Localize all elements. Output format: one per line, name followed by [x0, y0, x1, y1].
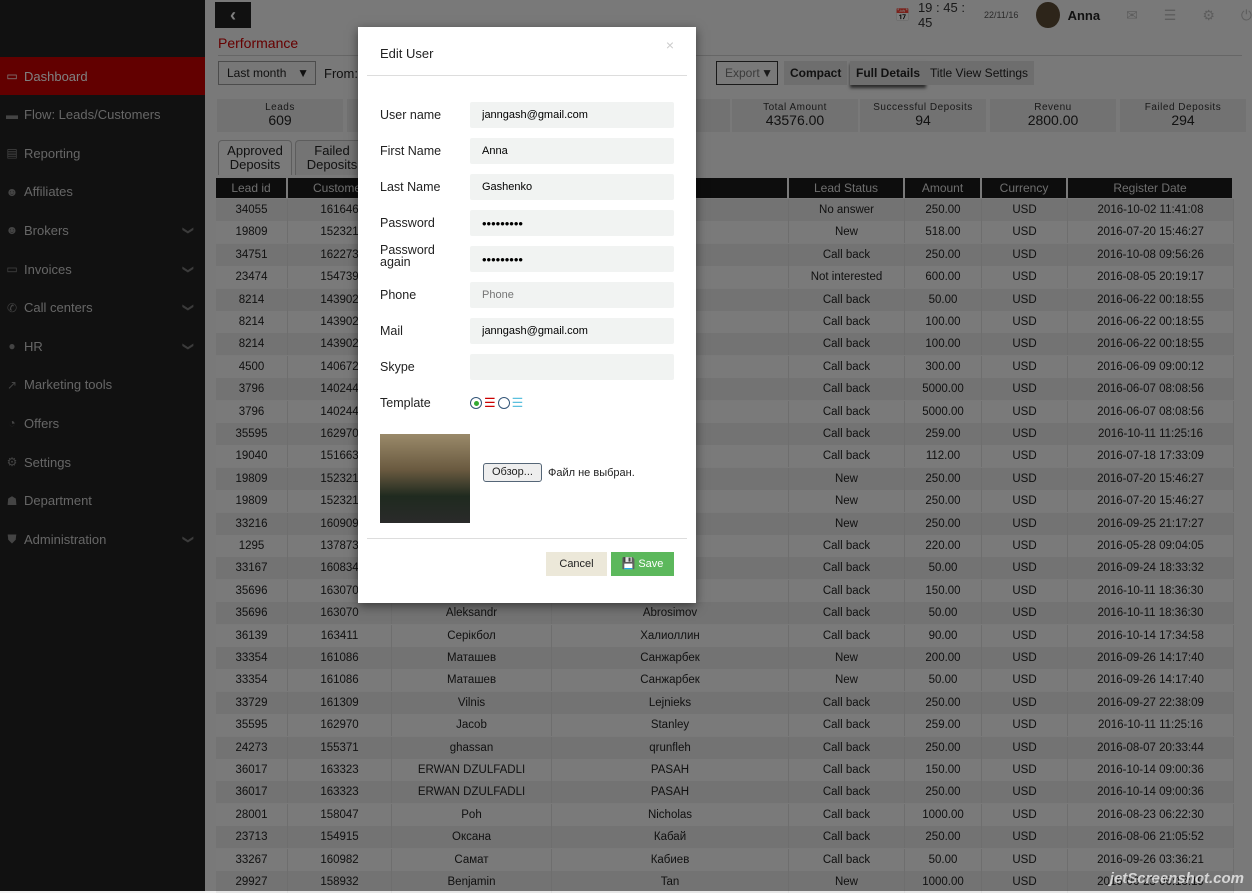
skype-label: Skype [380, 360, 415, 374]
save-button[interactable]: 💾 Save [611, 552, 674, 576]
watermark: jetScreenshot.com [1109, 870, 1244, 887]
template-radio-red[interactable] [470, 397, 482, 409]
last-name-label: Last Name [380, 180, 441, 194]
password-again-label: Password again [380, 243, 435, 269]
template-options: ☰ ☰ [470, 395, 523, 411]
password-input[interactable] [470, 210, 674, 236]
user-name-input[interactable] [470, 102, 674, 128]
close-icon[interactable]: × [666, 37, 674, 53]
modal-title: Edit User [380, 46, 434, 61]
skype-input[interactable] [470, 354, 674, 380]
save-label: Save [638, 558, 664, 570]
blue-list-icon: ☰ [511, 395, 524, 410]
divider [367, 75, 687, 76]
first-name-input[interactable] [470, 138, 674, 164]
password-label: Password [380, 216, 435, 230]
template-label: Template [380, 396, 431, 410]
first-name-label: First Name [380, 144, 442, 158]
mail-input[interactable] [470, 318, 674, 344]
last-name-input[interactable] [470, 174, 674, 200]
file-status: Файл не выбран. [548, 467, 635, 479]
template-radio-blue[interactable] [497, 397, 510, 409]
phone-label: Phone [380, 288, 417, 302]
mail-label: Mail [380, 324, 403, 338]
user-photo [380, 434, 470, 523]
user-name-label: User name [380, 108, 442, 122]
floppy-icon: 💾 [621, 558, 636, 570]
edit-user-modal: Edit User × User name First Name Last Name… [358, 27, 696, 603]
phone-input[interactable] [470, 282, 674, 308]
red-list-icon: ☰ [484, 395, 496, 410]
browse-button[interactable]: Обзор... [483, 463, 542, 482]
password-again-input[interactable] [470, 246, 674, 272]
divider [367, 538, 687, 539]
cancel-button[interactable]: Cancel [546, 552, 607, 576]
